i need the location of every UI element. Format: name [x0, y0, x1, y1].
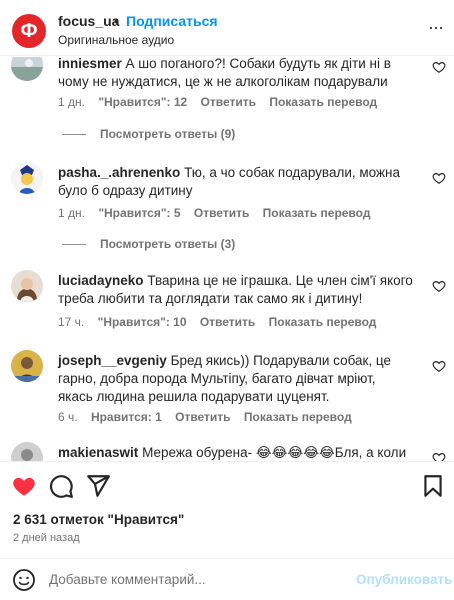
- reply-button[interactable]: Ответить: [194, 206, 249, 220]
- comment-meta: 1 дн. "Нравится": 5 Ответить Показать пе…: [58, 206, 380, 220]
- avatar[interactable]: [11, 270, 43, 302]
- comment-likes[interactable]: "Нравится": 10: [98, 315, 187, 329]
- avatar[interactable]: [11, 162, 43, 194]
- smiley-icon[interactable]: [12, 568, 36, 592]
- comment-text: inniesmer А шо поганого?! Собаки будуть …: [58, 57, 414, 91]
- comment-username[interactable]: joseph__evgeniy: [58, 353, 167, 368]
- view-replies-button[interactable]: Посмотреть ответы (9): [62, 127, 235, 141]
- more-options-icon[interactable]: ...: [424, 14, 448, 36]
- comment-body: Мережа обурена- 😂😂😂😂😂Бля, а коли: [142, 445, 407, 460]
- bookmark-icon[interactable]: [420, 473, 446, 499]
- replies-line: [62, 134, 86, 136]
- comment-username[interactable]: luciadayneko: [58, 273, 144, 288]
- reply-button[interactable]: Ответить: [200, 315, 255, 329]
- comment-icon[interactable]: [48, 473, 74, 499]
- comment-time[interactable]: 1 дн.: [58, 95, 85, 109]
- comment-meta: 17 ч. "Нравится": 10 Ответить Показать п…: [58, 315, 386, 329]
- comment-text: joseph__evgeniy Бред якись)) Подарували …: [58, 352, 414, 406]
- like-comment-icon[interactable]: [432, 60, 446, 74]
- like-comment-icon[interactable]: [432, 359, 446, 373]
- reply-button[interactable]: Ответить: [201, 95, 256, 109]
- share-icon[interactable]: [85, 473, 111, 499]
- account-name[interactable]: focus_ua: [58, 13, 119, 29]
- avatar-image: [11, 57, 43, 81]
- like-comment-icon[interactable]: [432, 279, 446, 293]
- comment-likes[interactable]: "Нравится": 5: [98, 206, 180, 220]
- translate-button[interactable]: Показать перевод: [269, 315, 377, 329]
- view-replies-label: Посмотреть ответы (9): [100, 127, 236, 141]
- comment-username[interactable]: pasha._.ahrenenko: [58, 165, 180, 180]
- avatar-image: [11, 350, 43, 382]
- comment-text: makienaswit Мережа обурена- 😂😂😂😂😂Бля, а …: [58, 444, 414, 461]
- view-replies-label: Посмотреть ответы (3): [100, 237, 236, 251]
- audio-label[interactable]: Оригинальное аудио: [58, 33, 174, 47]
- comment-composer: Добавьте комментарий... Опубликовать: [0, 558, 454, 600]
- avatar-image: [11, 442, 43, 461]
- comment-likes[interactable]: "Нравится": 12: [98, 95, 187, 109]
- translate-button[interactable]: Показать перевод: [263, 206, 371, 220]
- comment-input[interactable]: Добавьте комментарий...: [49, 572, 206, 587]
- post-header: Ф focus_ua • Подписаться Оригинальное ау…: [0, 0, 454, 56]
- avatar-image: [11, 162, 43, 194]
- like-comment-icon[interactable]: [432, 451, 446, 461]
- comment-text: luciadayneko Тварина це не іграшка. Це ч…: [58, 272, 414, 308]
- post-age[interactable]: 2 дней назад: [13, 532, 80, 544]
- view-replies-button[interactable]: Посмотреть ответы (3): [62, 237, 235, 251]
- replies-line: [62, 244, 86, 246]
- comments-list[interactable]: inniesmer А шо поганого?! Собаки будуть …: [0, 57, 454, 461]
- heart-filled-icon[interactable]: [11, 473, 37, 499]
- account-avatar[interactable]: Ф: [12, 14, 46, 48]
- follow-button[interactable]: Подписаться: [126, 13, 218, 29]
- avatar[interactable]: [11, 350, 43, 382]
- avatar[interactable]: [11, 442, 43, 461]
- comment-username[interactable]: inniesmer: [58, 57, 122, 71]
- comment-likes[interactable]: Нравится: 1: [91, 410, 162, 424]
- comment-text: pasha._.ahrenenko Тю, а чо собак подарув…: [58, 164, 414, 200]
- avatar-image: [11, 270, 43, 302]
- reply-button[interactable]: Ответить: [175, 410, 230, 424]
- comment-meta: 6 ч. Нравится: 1 Ответить Показать перев…: [58, 410, 362, 424]
- comment-username[interactable]: makienaswit: [58, 445, 138, 460]
- translate-button[interactable]: Показать перевод: [269, 95, 377, 109]
- publish-button[interactable]: Опубликовать: [356, 572, 452, 587]
- comment-time[interactable]: 17 ч.: [58, 315, 84, 329]
- likes-count[interactable]: 2 631 отметок "Нравится": [13, 512, 184, 527]
- separator-dot: •: [114, 13, 119, 29]
- comment-meta: 1 дн. "Нравится": 12 Ответить Показать п…: [58, 95, 387, 109]
- post-actions: [0, 461, 454, 509]
- avatar[interactable]: [11, 57, 43, 81]
- translate-button[interactable]: Показать перевод: [244, 410, 352, 424]
- comment-time[interactable]: 6 ч.: [58, 410, 78, 424]
- comment-time[interactable]: 1 дн.: [58, 206, 85, 220]
- like-comment-icon[interactable]: [432, 171, 446, 185]
